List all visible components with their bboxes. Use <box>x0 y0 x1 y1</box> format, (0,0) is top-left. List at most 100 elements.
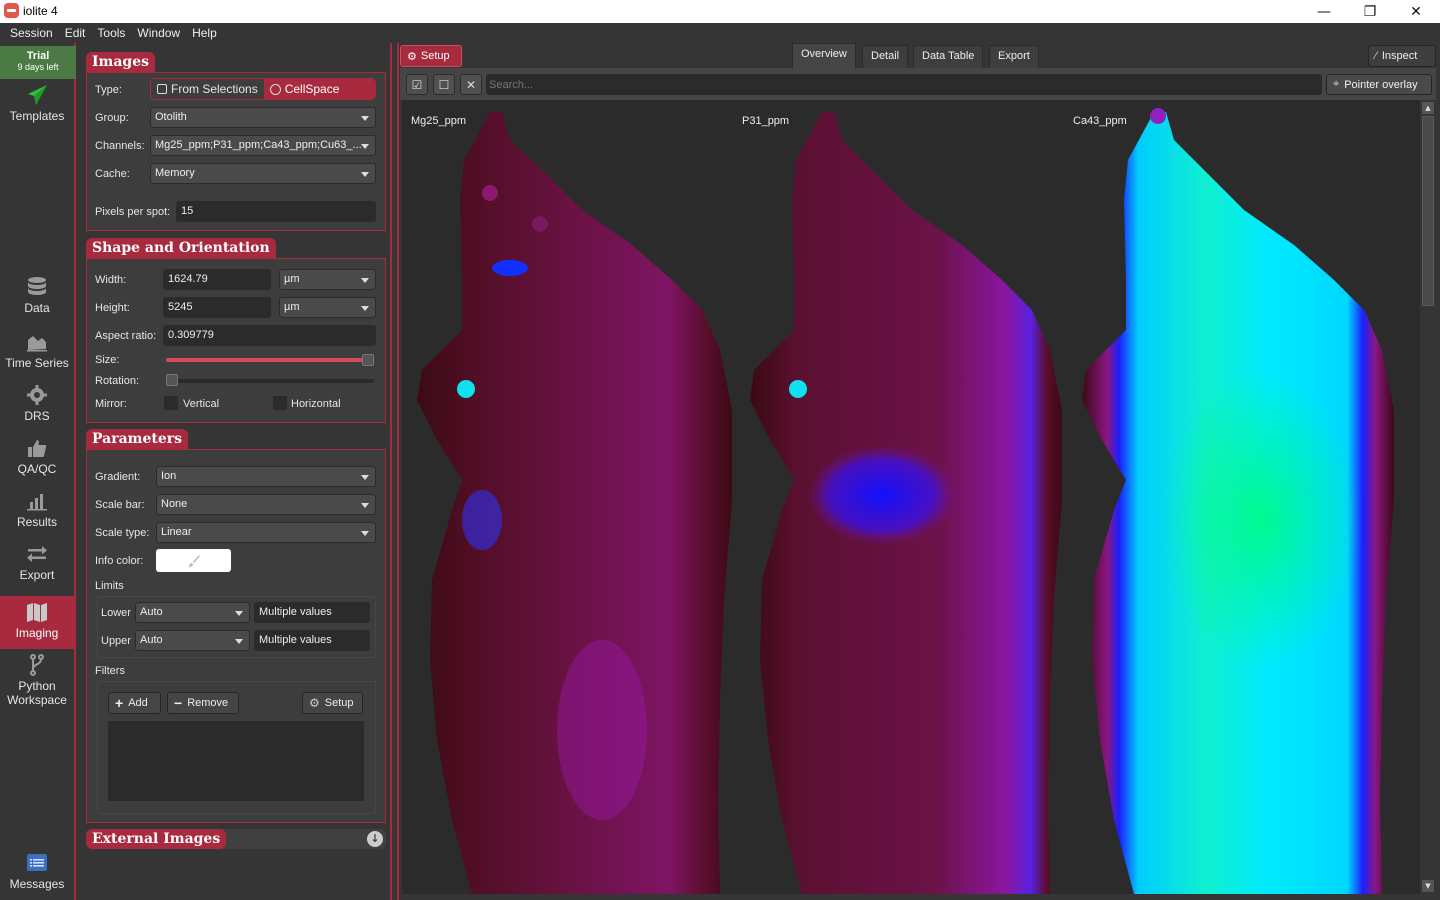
area-chart-icon <box>27 336 47 352</box>
shape-section-title[interactable]: Shape and Orientation <box>86 238 276 259</box>
nav-qaqc[interactable]: QA/QC <box>0 436 74 476</box>
menu-session[interactable]: Session <box>4 26 59 40</box>
group-select[interactable]: Otolith <box>150 107 376 128</box>
pixels-per-spot-input[interactable]: 15 <box>176 201 376 222</box>
app-logo-icon <box>4 3 19 18</box>
paper-plane-icon <box>28 85 47 105</box>
nav-label: DRS <box>24 409 50 423</box>
expand-down-icon[interactable]: ↓ <box>367 831 383 847</box>
width-unit-select[interactable]: µm <box>279 269 376 290</box>
size-slider-handle[interactable] <box>362 354 374 366</box>
inspect-button[interactable]: ⁄ Inspect <box>1368 45 1436 67</box>
search-input[interactable] <box>486 74 1322 95</box>
external-images-title[interactable]: External Images <box>86 829 227 849</box>
scale-bar-select[interactable]: None <box>156 494 376 515</box>
minimize-button[interactable]: — <box>1301 0 1347 23</box>
button-label: Pointer overlay <box>1344 78 1418 91</box>
channels-label: Channels: <box>95 140 145 152</box>
nav-imaging[interactable]: Imaging <box>0 596 74 649</box>
type-option-label: CellSpace <box>284 82 340 96</box>
nav-time-series[interactable]: Time Series <box>0 330 74 370</box>
mg25-blue-region <box>462 490 502 550</box>
uncheck-all-button[interactable]: ☐ <box>433 74 455 95</box>
lower-value-input[interactable]: Multiple values <box>254 602 370 623</box>
menu-window[interactable]: Window <box>131 26 186 40</box>
add-filter-button[interactable]: + Add <box>108 692 161 714</box>
type-from-selections[interactable]: From Selections <box>151 79 264 99</box>
rotation-slider-track[interactable] <box>166 379 374 383</box>
gradient-select[interactable]: Ion <box>156 466 376 487</box>
gradient-label: Gradient: <box>95 471 141 483</box>
pixels-per-spot-label: Pixels per spot: <box>95 206 171 218</box>
p31-blue-region <box>807 445 957 545</box>
bar-chart-icon <box>27 494 47 511</box>
tab-data-table[interactable]: Data Table <box>913 45 984 68</box>
filters-list[interactable] <box>108 721 364 801</box>
scroll-up-icon[interactable]: ▲ <box>1422 102 1434 114</box>
scroll-down-icon[interactable]: ▼ <box>1422 880 1434 892</box>
tab-export[interactable]: Export <box>989 45 1039 68</box>
mirror-horizontal-checkbox[interactable] <box>273 396 287 410</box>
upper-label: Upper <box>101 635 131 647</box>
menu-tools[interactable]: Tools <box>91 26 131 40</box>
gear-icon: ⚙ <box>407 50 417 63</box>
vertical-scrollbar[interactable]: ▲ ▼ <box>1420 100 1436 894</box>
images-section-title[interactable]: Images <box>86 52 156 73</box>
image-viewer[interactable]: Mg25_ppm P31_ppm Ca43_ppm <box>402 100 1420 894</box>
cache-select[interactable]: Memory <box>150 163 376 184</box>
clear-search-button[interactable]: ✕ <box>460 74 482 95</box>
checkbox-icon <box>157 84 167 94</box>
element-maps <box>417 108 1394 894</box>
trial-days-left: 9 days left <box>17 62 59 72</box>
height-input[interactable]: 5245 <box>163 297 271 318</box>
button-label: Inspect <box>1381 50 1418 62</box>
setup-tab[interactable]: ⚙ Setup <box>400 45 462 67</box>
nav-drs[interactable]: DRS <box>0 383 74 423</box>
mg25-spot <box>482 185 498 201</box>
height-label: Height: <box>95 302 130 314</box>
remove-filter-button[interactable]: − Remove <box>167 692 239 714</box>
filters-label: Filters <box>95 665 125 677</box>
nav-messages[interactable]: Messages <box>0 851 74 891</box>
parameters-section-title[interactable]: Parameters <box>86 429 189 450</box>
upper-value-input[interactable]: Multiple values <box>254 630 370 651</box>
title-bar: iolite 4 — ❐ ✕ <box>0 0 1440 23</box>
exchange-arrows-icon <box>27 546 47 562</box>
close-button[interactable]: ✕ <box>1393 0 1439 23</box>
filter-setup-button[interactable]: ⚙ Setup <box>302 692 363 714</box>
nav-python-workspace[interactable]: Python Workspace <box>0 653 74 707</box>
menu-edit[interactable]: Edit <box>59 26 92 40</box>
info-color-button[interactable] <box>156 549 231 572</box>
scale-type-label: Scale type: <box>95 527 150 539</box>
close-icon: ✕ <box>465 77 477 92</box>
scale-type-select[interactable]: Linear <box>156 522 376 543</box>
nav-label: Templates <box>9 109 65 123</box>
mirror-vertical-checkbox[interactable] <box>164 396 178 410</box>
menu-help[interactable]: Help <box>186 26 223 40</box>
restore-button[interactable]: ❐ <box>1347 0 1393 23</box>
nav-templates[interactable]: Templates <box>0 83 74 123</box>
tab-label: Setup <box>420 50 450 62</box>
lower-mode-select[interactable]: Auto <box>135 602 250 623</box>
type-cellspace[interactable]: CellSpace <box>263 79 375 99</box>
tab-overview[interactable]: Overview <box>792 43 856 68</box>
nav-label: QA/QC <box>17 462 57 476</box>
upper-mode-select[interactable]: Auto <box>135 630 250 651</box>
rotation-slider-handle[interactable] <box>166 374 178 386</box>
channels-select[interactable]: Mg25_ppm;P31_ppm;Ca43_ppm;Cu63_... <box>150 135 376 156</box>
database-icon <box>28 277 46 295</box>
size-slider-fill <box>166 358 374 362</box>
scroll-thumb[interactable] <box>1422 116 1434 306</box>
nav-results[interactable]: Results <box>0 489 74 529</box>
map-icon <box>27 603 47 622</box>
nav-data[interactable]: Data <box>0 275 74 315</box>
trial-badge[interactable]: Trial 9 days left <box>0 46 76 79</box>
height-unit-select[interactable]: µm <box>279 297 376 318</box>
check-all-button[interactable]: ☑ <box>406 74 428 95</box>
width-input[interactable]: 1624.79 <box>163 269 271 290</box>
pointer-overlay-button[interactable]: ⌖ Pointer overlay <box>1326 74 1432 95</box>
tab-detail[interactable]: Detail <box>862 45 909 68</box>
gear-icon <box>27 385 47 405</box>
nav-export[interactable]: Export <box>0 542 74 582</box>
aspect-ratio-input[interactable]: 0.309779 <box>163 325 376 346</box>
